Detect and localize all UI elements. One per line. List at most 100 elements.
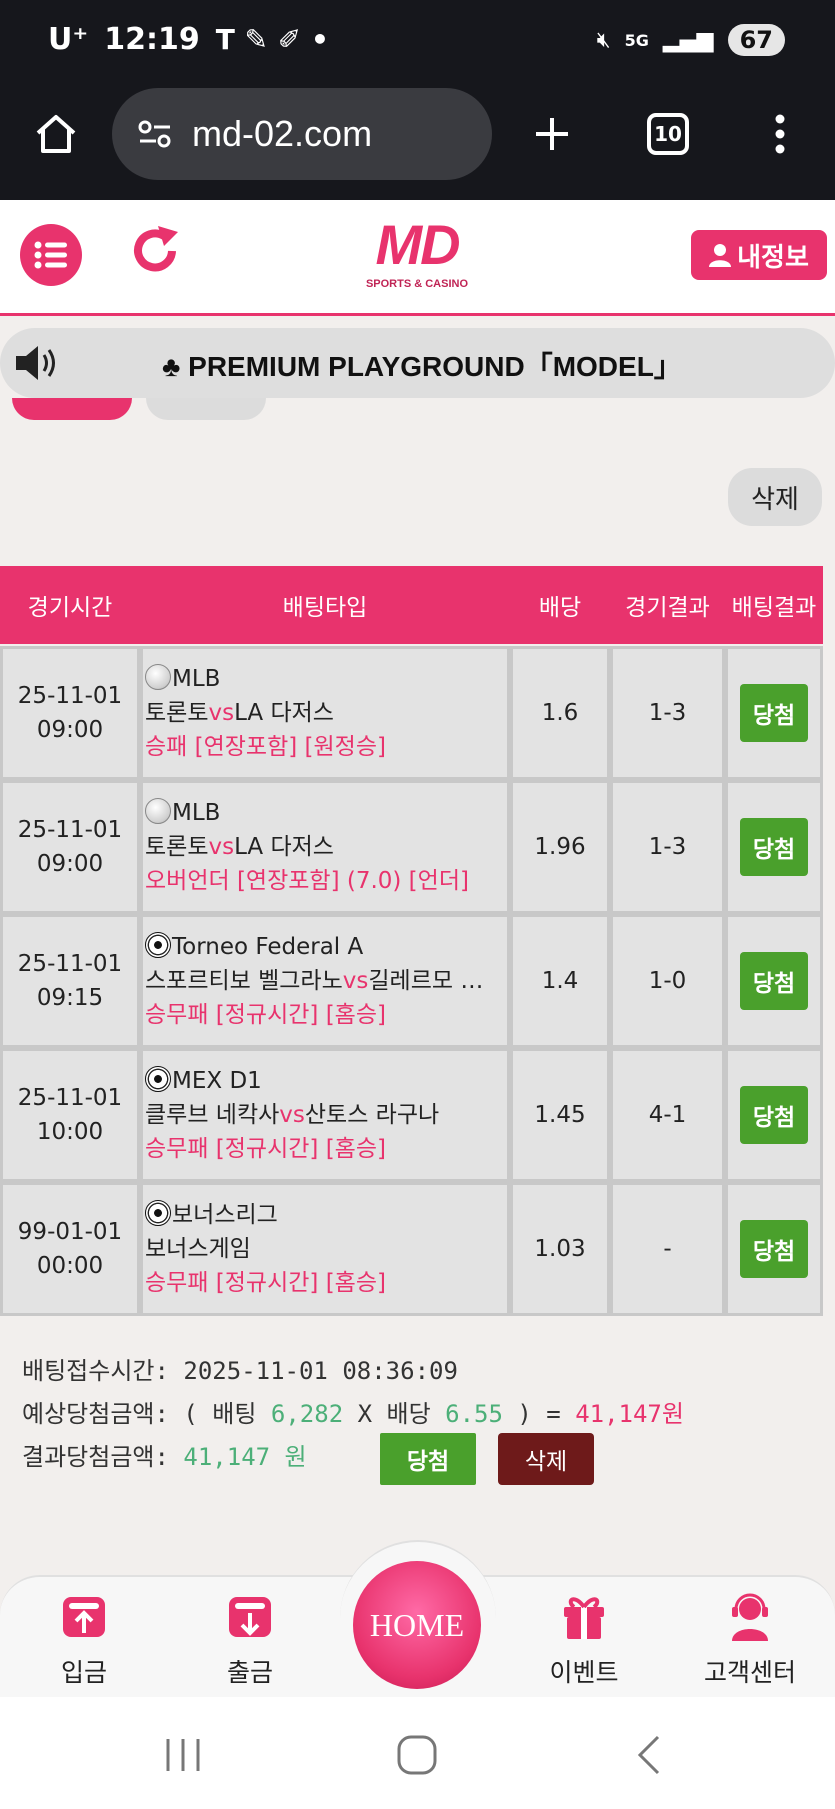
home-team: 토론토: [145, 700, 209, 726]
bet-history-panel: 삭제 경기시간 배팅타입 배당 경기결과 배팅결과 25-11-01 09:00 …: [0, 398, 823, 1578]
expected-close: ) =: [517, 1400, 561, 1428]
tab-switcher-button[interactable]: 10: [640, 106, 696, 162]
support-agent-icon: [732, 1593, 768, 1641]
home-team: 스포르티보 벨그라노: [145, 968, 343, 994]
col-odds: 배당: [538, 595, 582, 621]
table-row: 99-01-01 00:00 보너스리그 보너스게임 승무패 [정규시간] [홈승…: [0, 1182, 823, 1316]
signal-icon: ▂▄▆: [662, 27, 714, 53]
delete-button-top[interactable]: 삭제: [728, 468, 822, 526]
tab-peek-active[interactable]: [12, 398, 132, 420]
game-time: 09:00: [36, 717, 104, 743]
col-game-result: 경기결과: [625, 595, 710, 621]
game-date: 99-01-01: [17, 1219, 123, 1245]
logo-subtitle: SPORTS & CASINO: [365, 278, 469, 290]
refresh-button[interactable]: [124, 220, 186, 282]
home-icon[interactable]: [28, 106, 84, 162]
nav-withdraw-label: 출금: [226, 1658, 273, 1687]
odds-cell: 1.03: [510, 1182, 610, 1316]
market-label: 승무패 [정규시간] [홈승]: [145, 1136, 386, 1162]
bet-type-cell: MEX D1 클루브 네칵사vs산토스 라구나 승무패 [정규시간] [홈승]: [140, 1048, 510, 1182]
tab-peek-inactive[interactable]: [146, 398, 266, 420]
network-label: 5G: [624, 30, 649, 50]
site-header: MD SPORTS & CASINO 내정보: [0, 200, 835, 316]
home-button-wrap: HOME: [340, 1540, 496, 1696]
table-header: 경기시간 배팅타입 배당 경기결과 배팅결과: [0, 566, 823, 644]
baseball-icon: [145, 798, 171, 824]
expected-line: 예상당첨금액: ( 배팅 6,282 X 배당 6.55 ) = 41,147원: [22, 1393, 684, 1436]
nav-event-label: 이벤트: [549, 1658, 619, 1687]
bet-result-cell: 당첨: [725, 1048, 823, 1182]
game-result-cell: -: [610, 1182, 725, 1316]
nav-event[interactable]: 이벤트: [524, 1591, 644, 1689]
league-name: MEX D1: [172, 1068, 262, 1094]
nav-support[interactable]: 고객센터: [690, 1591, 810, 1689]
home-team: 보너스게임: [145, 1236, 251, 1262]
bet-type-cell: 보너스리그 보너스게임 승무패 [정규시간] [홈승]: [140, 1182, 510, 1316]
bet-result-cell: 당첨: [725, 780, 823, 914]
league-name: Torneo Federal A: [172, 934, 364, 960]
site-settings-icon[interactable]: [138, 119, 172, 149]
table-row: 25-11-01 09:15 Torneo Federal A 스포르티보 벨그라…: [0, 914, 823, 1048]
my-info-label: 내정보: [737, 242, 809, 273]
nav-deposit[interactable]: 입금: [24, 1591, 144, 1689]
game-result-cell: 1-0: [610, 914, 725, 1048]
table-row: 25-11-01 09:00 MLB 토론토vsLA 다저스 승패 [연장포함] …: [0, 646, 823, 780]
site-logo[interactable]: MD SPORTS & CASINO: [362, 212, 472, 304]
speaker-icon: [16, 346, 55, 380]
receipt-label: 배팅접수시간:: [22, 1357, 169, 1385]
game-date: 25-11-01: [17, 951, 123, 977]
market-label: 승무패 [정규시간] [홈승]: [145, 1270, 386, 1296]
league-name: 보너스리그: [172, 1202, 278, 1228]
notice-marquee: ♣ PREMIUM PLAYGROUND「MODEL」: [0, 328, 835, 398]
bet-type-cell: MLB 토론토vsLA 다저스 승패 [연장포함] [원정승]: [140, 646, 510, 780]
notice-text: ♣ PREMIUM PLAYGROUND「MODEL」: [162, 351, 682, 382]
soccer-ball-icon: [145, 932, 171, 958]
odds-cell: 1.96: [510, 780, 610, 914]
league-name: MLB: [172, 666, 221, 692]
vs-label: vs: [208, 700, 235, 726]
new-tab-icon[interactable]: [524, 106, 580, 162]
recent-apps-icon[interactable]: [158, 1733, 208, 1777]
result-amount: 41,147 원: [183, 1443, 307, 1471]
back-icon[interactable]: [626, 1733, 676, 1777]
list-icon: [34, 241, 67, 269]
total-odds: 6.55: [445, 1400, 503, 1428]
odds-cell: 1.45: [510, 1048, 610, 1182]
table-row: 25-11-01 09:00 MLB 토론토vsLA 다저스 오버언더 [연장포함…: [0, 780, 823, 914]
android-nav-bar: [0, 1697, 835, 1809]
game-time: 00:00: [36, 1253, 104, 1279]
odds-cell: 1.4: [510, 914, 610, 1048]
soccer-ball-icon: [145, 1066, 171, 1092]
expected-win: 41,147원: [575, 1400, 684, 1428]
receipt-time: 2025-11-01 08:36:09: [183, 1357, 458, 1385]
win-badge: 당첨: [740, 818, 808, 876]
home-team: 클루브 네칵사: [145, 1102, 280, 1128]
baseball-icon: [145, 664, 171, 690]
bet-result-cell: 당첨: [725, 646, 823, 780]
address-bar[interactable]: md-02.com: [112, 88, 492, 180]
summary-delete-button[interactable]: 삭제: [498, 1433, 594, 1485]
carrier-label: U⁺: [48, 22, 89, 57]
notification-icons: T ✎ ✐ •: [215, 23, 329, 56]
result-label: 결과당첨금액:: [22, 1443, 169, 1471]
game-time-cell: 25-11-01 09:00: [0, 780, 140, 914]
game-date: 25-11-01: [17, 1085, 123, 1111]
game-time-cell: 25-11-01 09:15: [0, 914, 140, 1048]
home-button[interactable]: HOME: [353, 1561, 481, 1689]
nav-support-label: 고객센터: [703, 1658, 796, 1687]
game-result-cell: 1-3: [610, 646, 725, 780]
gift-icon: [564, 1597, 604, 1639]
home-nav-icon[interactable]: [392, 1733, 442, 1777]
more-menu-icon[interactable]: [752, 106, 808, 162]
win-badge: 당첨: [740, 1220, 808, 1278]
my-info-button[interactable]: 내정보: [691, 230, 827, 280]
vs-label: vs: [208, 834, 235, 860]
game-time: 10:00: [36, 1119, 104, 1145]
logo-mark: MD: [375, 213, 460, 276]
status-bar: U⁺ 12:19 T ✎ ✐ • 🔇︎ 5G ▂▄▆ 67: [0, 0, 835, 88]
battery-level: 67: [739, 26, 773, 54]
nav-deposit-label: 입금: [60, 1658, 107, 1687]
nav-withdraw[interactable]: 출금: [190, 1591, 310, 1689]
times-label: X 배당: [357, 1400, 431, 1428]
menu-button[interactable]: [20, 224, 82, 286]
